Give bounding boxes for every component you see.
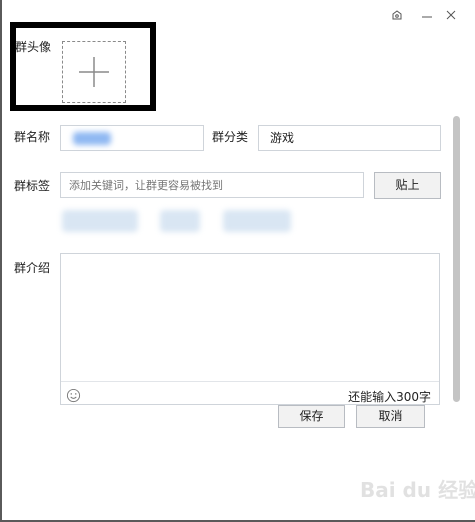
watermark-logo: Bai du 经验 xyxy=(360,478,475,502)
emoji-icon[interactable] xyxy=(66,388,81,403)
cancel-button[interactable]: 取消 xyxy=(356,405,425,428)
category-select[interactable]: 游戏 xyxy=(258,125,441,151)
scrollbar-thumb[interactable] xyxy=(453,116,460,402)
skin-icon[interactable] xyxy=(389,9,405,25)
tag-chip[interactable] xyxy=(223,210,291,232)
category-label: 群分类 xyxy=(212,130,249,144)
close-icon[interactable] xyxy=(443,9,459,25)
paste-button[interactable]: 贴上 xyxy=(374,172,441,199)
avatar-upload[interactable] xyxy=(62,41,126,103)
tag-chip[interactable] xyxy=(160,210,200,232)
remaining-count: 还能输入300字 xyxy=(348,390,431,404)
group-name-input[interactable] xyxy=(60,125,204,151)
intro-textarea[interactable] xyxy=(61,254,439,382)
tags-input[interactable] xyxy=(60,172,364,198)
window-left-border xyxy=(0,0,2,522)
save-button[interactable]: 保存 xyxy=(278,405,345,428)
avatar-label: 群头像 xyxy=(15,40,52,54)
plus-icon xyxy=(79,57,109,87)
tag-chip[interactable] xyxy=(62,210,138,232)
intro-box: 还能输入300字 xyxy=(60,253,440,405)
group-name-label: 群名称 xyxy=(14,130,51,144)
minimize-icon[interactable] xyxy=(419,9,435,25)
tags-label: 群标签 xyxy=(14,179,51,193)
intro-label: 群介绍 xyxy=(14,261,51,275)
group-name-redacted xyxy=(73,132,111,145)
